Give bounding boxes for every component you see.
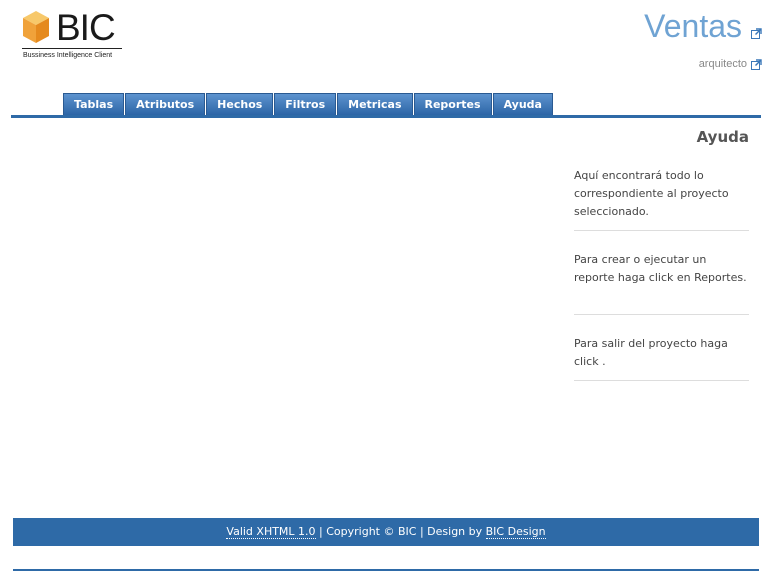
- footer-bottom-line: [13, 569, 759, 571]
- external-link-icon[interactable]: [751, 59, 762, 70]
- user-link[interactable]: arquitecto: [699, 58, 747, 70]
- tab-tablas[interactable]: Tablas: [63, 93, 125, 115]
- page: BIC Bussiness Intelligence Client Ventas…: [0, 0, 776, 583]
- design-link[interactable]: BIC Design: [485, 525, 546, 539]
- footer-separator: |: [416, 525, 428, 538]
- help-section-exit: Para salir del proyecto haga click .: [574, 335, 749, 381]
- sidebar-title: Ayuda: [696, 128, 749, 146]
- tab-atributos[interactable]: Atributos: [125, 93, 206, 115]
- logo-text: BIC: [56, 7, 116, 48]
- tab-ayuda[interactable]: Ayuda: [492, 93, 553, 115]
- copyright-text: Copyright © BIC: [326, 525, 417, 538]
- footer: Valid XHTML 1.0 | Copyright © BIC | Desi…: [13, 518, 759, 546]
- logo-subtitle: Bussiness Intelligence Client: [23, 52, 113, 59]
- footer-separator: |: [315, 525, 327, 538]
- valid-xhtml-link[interactable]: Valid XHTML 1.0: [226, 525, 316, 539]
- tab-filtros[interactable]: Filtros: [274, 93, 337, 115]
- nav-underline: [11, 115, 761, 118]
- external-link-icon[interactable]: [751, 28, 762, 39]
- tab-reportes[interactable]: Reportes: [413, 93, 492, 115]
- cube-icon: [23, 11, 49, 43]
- tab-hechos[interactable]: Hechos: [206, 93, 274, 115]
- help-section-project: Aquí encontrará todo lo correspondiente …: [574, 167, 749, 231]
- logo-divider: [22, 48, 122, 49]
- design-by-text: Design by: [427, 525, 486, 538]
- bic-logo[interactable]: BIC Bussiness Intelligence Client: [22, 7, 126, 68]
- main-nav-tabs: Tablas Atributos Hechos Filtros Metricas…: [63, 93, 554, 115]
- tab-metricas[interactable]: Metricas: [337, 93, 413, 115]
- project-title[interactable]: Ventas: [644, 8, 742, 45]
- help-section-reports: Para crear o ejecutar un reporte haga cl…: [574, 251, 749, 315]
